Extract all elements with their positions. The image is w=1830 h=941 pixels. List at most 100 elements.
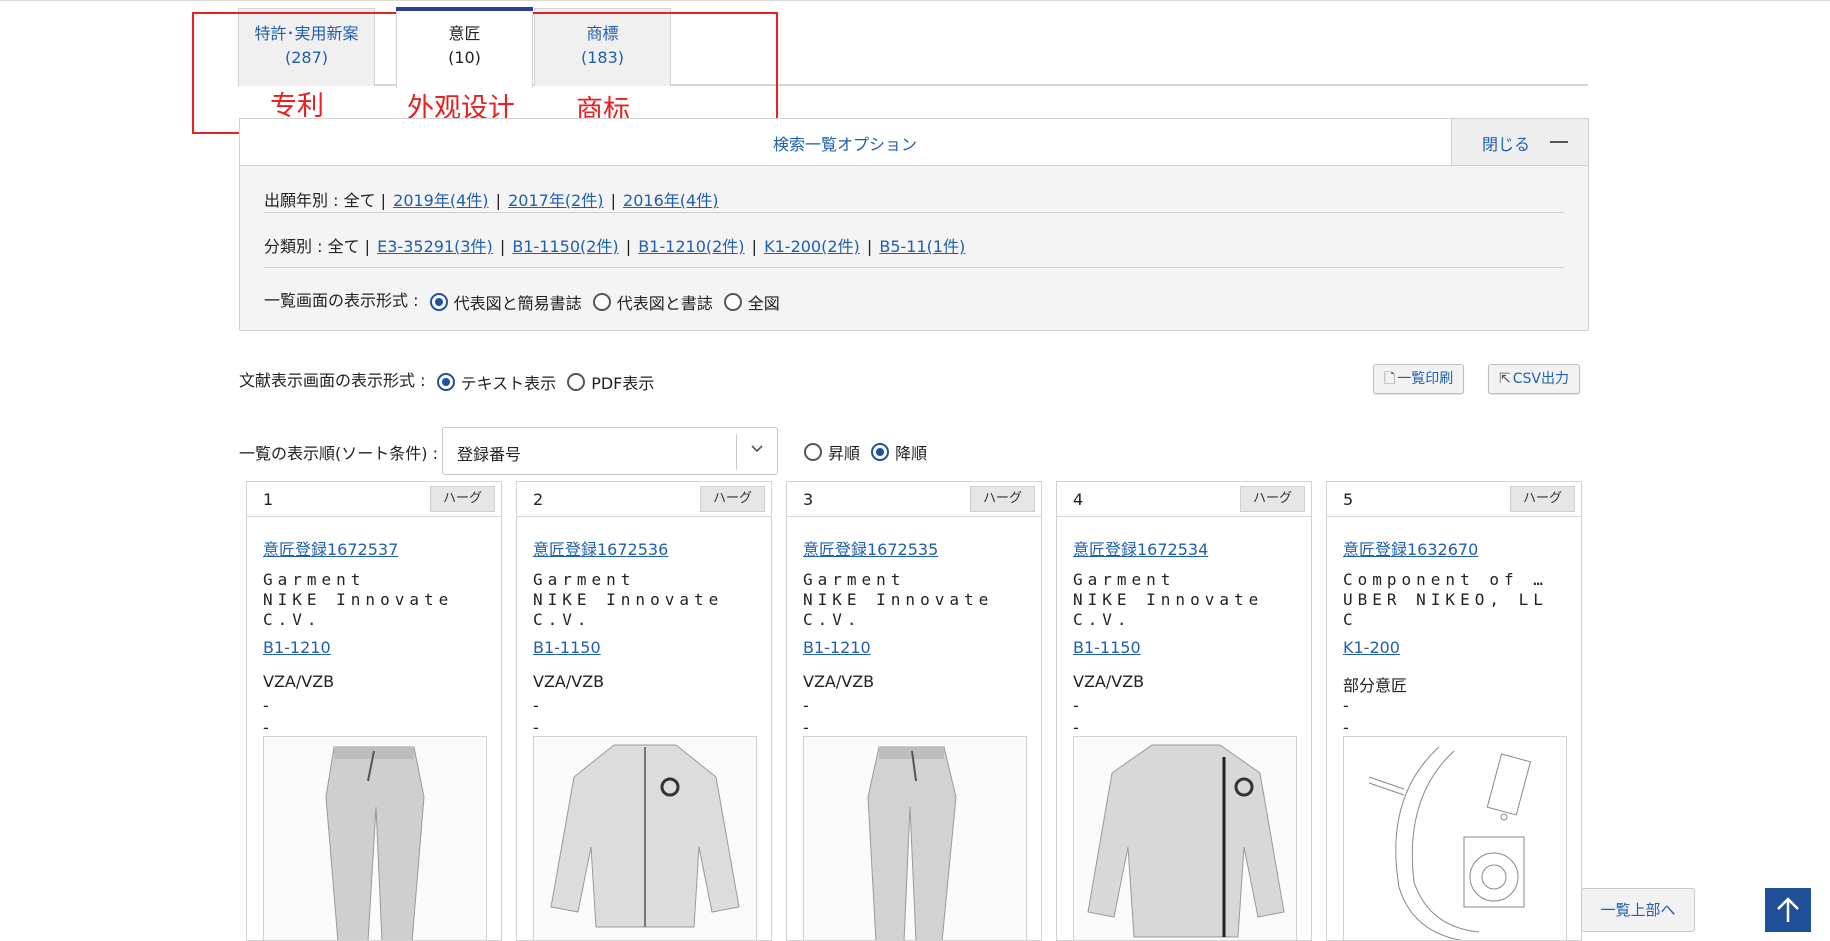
representative-image-pants[interactable] bbox=[263, 736, 487, 940]
sort-select[interactable]: 登録番号 bbox=[442, 427, 778, 475]
year-link-2019[interactable]: 2019年(4件) bbox=[393, 191, 488, 210]
sort-select-value: 登録番号 bbox=[457, 445, 522, 464]
hague-badge: ハーグ bbox=[1239, 486, 1305, 512]
card-number: 4 bbox=[1073, 490, 1084, 509]
year-link-2017[interactable]: 2017年(2件) bbox=[508, 191, 603, 210]
result-card: 3 ハーグ 意匠登録1672535 Garment NIKE Innovate … bbox=[786, 481, 1042, 941]
classification-link[interactable]: B1-1150 bbox=[1073, 638, 1141, 657]
registration-link[interactable]: 意匠登録1672536 bbox=[533, 536, 668, 560]
options-header: 検索一覧オプション 閉じる bbox=[240, 119, 1588, 166]
year-link-2016[interactable]: 2016年(4件) bbox=[623, 191, 718, 210]
field-dash: - bbox=[533, 696, 539, 715]
registration-link[interactable]: 意匠登録1672535 bbox=[803, 536, 938, 560]
radio-text-view[interactable] bbox=[436, 372, 455, 391]
card-divider bbox=[1327, 516, 1581, 517]
sort-label: 一覧の表示順(ソート条件) : bbox=[239, 444, 438, 463]
collapse-icon bbox=[1550, 141, 1568, 143]
card-number: 2 bbox=[533, 490, 544, 509]
print-list-label: 一覧印刷 bbox=[1397, 371, 1454, 387]
classification-link[interactable]: B1-1150 bbox=[533, 638, 601, 657]
article-and-owner: Garment NIKE Innovate C.V. bbox=[1073, 570, 1264, 629]
radio-pdf-view-label: PDF表示 bbox=[591, 373, 655, 393]
result-tabs: 特許･実用新案 (287) 意匠 (10) 商標 (183) bbox=[238, 7, 1588, 88]
field-dash: - bbox=[1343, 718, 1349, 737]
registration-link[interactable]: 意匠登録1672534 bbox=[1073, 536, 1208, 560]
article-and-owner: Garment NIKE Innovate C.V. bbox=[263, 570, 454, 629]
field-dash: - bbox=[803, 696, 809, 715]
radio-descending[interactable] bbox=[871, 443, 890, 461]
field-dash: - bbox=[803, 718, 809, 737]
divider bbox=[264, 267, 1564, 268]
card-number: 1 bbox=[263, 490, 274, 509]
representative-image-component[interactable] bbox=[1343, 736, 1567, 940]
field-dash: - bbox=[1343, 696, 1349, 715]
search-options-panel: 検索一覧オプション 閉じる 出願年別 : 全て | 2019年(4件) | 20… bbox=[239, 118, 1589, 331]
sort-order-row: 昇順 降順 bbox=[804, 440, 933, 464]
class-link-b1-1150[interactable]: B1-1150(2件) bbox=[512, 237, 618, 256]
radio-format-simple-label: 代表図と簡易書誌 bbox=[453, 293, 582, 313]
article-and-owner: Component of … UBER NIKEO, LL C bbox=[1343, 570, 1548, 629]
result-card: 5 ハーグ 意匠登録1632670 Component of … UBER NI… bbox=[1326, 481, 1582, 941]
field-dash: - bbox=[1073, 696, 1079, 715]
chevron-down-icon bbox=[747, 436, 767, 464]
tab-design-count: (10) bbox=[448, 48, 481, 67]
design-kind: VZA/VZB bbox=[803, 672, 875, 691]
radio-format-full-biblio-label: 代表図と書誌 bbox=[616, 293, 713, 313]
arrow-up-icon bbox=[1777, 897, 1799, 922]
radio-pdf-view[interactable] bbox=[567, 372, 586, 391]
tab-design-label: 意匠 bbox=[448, 24, 481, 43]
class-link-k1-200[interactable]: K1-200(2件) bbox=[764, 237, 860, 256]
csv-export-button[interactable]: ⇱ CSV出力 bbox=[1488, 364, 1580, 394]
registration-link[interactable]: 意匠登録1672537 bbox=[263, 536, 398, 560]
field-dash: - bbox=[533, 718, 539, 737]
hague-badge: ハーグ bbox=[699, 486, 765, 512]
class-link-b1-1210[interactable]: B1-1210(2件) bbox=[638, 237, 744, 256]
close-label: 閉じる bbox=[1482, 135, 1531, 154]
radio-ascending-label: 昇順 bbox=[828, 444, 861, 463]
export-icon: ⇱ bbox=[1499, 371, 1511, 387]
field-dash: - bbox=[263, 718, 269, 737]
representative-image-jacket[interactable] bbox=[1073, 736, 1297, 940]
classification-link[interactable]: B1-1210 bbox=[803, 638, 871, 657]
hague-badge: ハーグ bbox=[429, 486, 495, 512]
registration-link[interactable]: 意匠登録1632670 bbox=[1343, 536, 1478, 560]
tab-design[interactable]: 意匠 (10) bbox=[396, 7, 533, 88]
article-and-owner: Garment NIKE Innovate C.V. bbox=[533, 570, 724, 629]
print-list-button[interactable]: 🗋 一覧印刷 bbox=[1373, 364, 1465, 394]
representative-image-jacket[interactable] bbox=[533, 736, 757, 940]
card-divider bbox=[787, 516, 1041, 517]
scroll-top-button[interactable] bbox=[1765, 888, 1811, 932]
class-filter: 分類別 : 全て | E3-35291(3件) | B1-1150(2件) | … bbox=[264, 237, 966, 256]
card-number: 5 bbox=[1343, 490, 1354, 509]
radio-format-simple[interactable] bbox=[429, 292, 448, 311]
classification-link[interactable]: B1-1210 bbox=[263, 638, 331, 657]
radio-format-full-biblio[interactable] bbox=[592, 292, 611, 311]
radio-format-all[interactable] bbox=[723, 292, 742, 311]
options-title[interactable]: 検索一覧オプション bbox=[240, 131, 1450, 155]
card-number: 3 bbox=[803, 490, 814, 509]
close-options-button[interactable]: 閉じる bbox=[1451, 119, 1588, 165]
select-divider bbox=[736, 434, 737, 470]
top-border bbox=[0, 0, 1830, 1]
field-dash: - bbox=[1073, 718, 1079, 737]
doc-display-row: 文献表示画面の表示形式 : テキスト表示 PDF表示 bbox=[239, 367, 660, 394]
design-kind: VZA/VZB bbox=[263, 672, 335, 691]
classification-link[interactable]: K1-200 bbox=[1343, 638, 1400, 657]
design-kind: VZA/VZB bbox=[1073, 672, 1145, 691]
csv-export-label: CSV出力 bbox=[1512, 371, 1569, 387]
card-divider bbox=[247, 516, 501, 517]
class-link-b5-11[interactable]: B5-11(1件) bbox=[879, 237, 965, 256]
display-format-label: 一覧画面の表示形式 : bbox=[264, 291, 419, 310]
representative-image-pants[interactable] bbox=[803, 736, 1027, 940]
design-kind: 部分意匠 bbox=[1343, 676, 1408, 695]
class-link-e3-35291[interactable]: E3-35291(3件) bbox=[377, 237, 493, 256]
hague-badge: ハーグ bbox=[1509, 486, 1575, 512]
display-format-row: 一覧画面の表示形式 : 代表図と簡易書誌 代表図と書誌 全図 bbox=[264, 287, 786, 314]
radio-ascending[interactable] bbox=[804, 443, 822, 461]
back-to-list-top-button[interactable]: 一覧上部へ bbox=[1581, 888, 1695, 932]
class-filter-label: 分類別 : 全て | bbox=[264, 237, 371, 256]
card-divider bbox=[1057, 516, 1311, 517]
result-card: 4 ハーグ 意匠登録1672534 Garment NIKE Innovate … bbox=[1056, 481, 1312, 941]
result-card: 1 ハーグ 意匠登録1672537 Garment NIKE Innovate … bbox=[246, 481, 502, 941]
design-kind: VZA/VZB bbox=[533, 672, 605, 691]
